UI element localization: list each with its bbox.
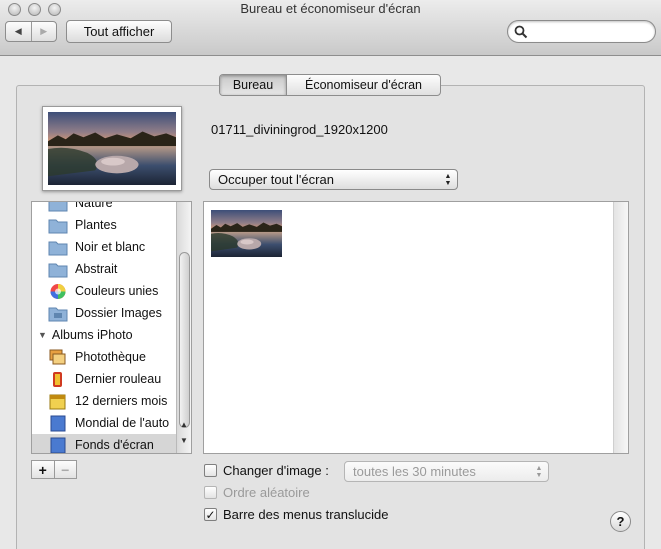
- source-list: Nature Plantes Noir et blanc Abstrait Co…: [31, 201, 192, 454]
- wallpaper-photo: [48, 112, 176, 185]
- list-item-dossier-images[interactable]: Dossier Images: [32, 302, 176, 324]
- list-item-fonds-d-ecran[interactable]: Fonds d'écran: [32, 434, 176, 453]
- scroll-up-arrow-icon[interactable]: ▲: [177, 420, 191, 429]
- window-title: Bureau et économiseur d'écran: [240, 1, 421, 16]
- tab-desktop[interactable]: Bureau: [220, 75, 287, 95]
- current-wallpaper-preview: [42, 106, 182, 191]
- add-remove-control: + −: [31, 460, 77, 479]
- translucent-menu-label: Barre des menus translucide: [223, 507, 389, 522]
- folder-icon: [48, 219, 68, 233]
- random-order-option[interactable]: Ordre aléatoire: [204, 485, 310, 500]
- list-item-nature[interactable]: Nature: [32, 202, 176, 214]
- pictures-folder-icon: [48, 307, 68, 321]
- source-list-scrollbar[interactable]: ▲ ▼: [176, 202, 191, 453]
- disclosure-triangle-icon[interactable]: ▼: [38, 330, 47, 340]
- folder-icon: [48, 241, 68, 255]
- random-order-checkbox[interactable]: [204, 486, 217, 499]
- list-item-abstrait[interactable]: Abstrait: [32, 258, 176, 280]
- color-wheel-icon: [50, 283, 66, 299]
- popup-arrows-icon: ▲ ▼: [535, 464, 543, 479]
- translucent-menu-checkbox[interactable]: ✓: [204, 508, 217, 521]
- random-order-label: Ordre aléatoire: [223, 485, 310, 500]
- list-item-phototheque[interactable]: Photothèque: [32, 346, 176, 368]
- list-item-noir-et-blanc[interactable]: Noir et blanc: [32, 236, 176, 258]
- group-header-albums-iphoto[interactable]: ▼ Albums iPhoto: [32, 324, 176, 346]
- list-item-couleurs-unies[interactable]: Couleurs unies: [32, 280, 176, 302]
- fill-mode-popup[interactable]: Occuper tout l'écran ▲ ▼: [209, 169, 458, 190]
- forward-button[interactable]: ▶: [30, 22, 57, 41]
- window-titlebar: Bureau et économiseur d'écran ◀ ▶ Tout a…: [0, 0, 661, 56]
- change-image-checkbox[interactable]: [204, 464, 217, 477]
- scroll-down-arrow-icon[interactable]: ▼: [177, 436, 191, 445]
- show-all-button[interactable]: Tout afficher: [66, 20, 172, 43]
- remove-folder-button[interactable]: −: [53, 461, 77, 478]
- interval-value: toutes les 30 minutes: [353, 464, 476, 479]
- album-icon: [50, 415, 66, 431]
- calendar-icon: [49, 394, 66, 409]
- image-thumbnail[interactable]: [211, 210, 282, 257]
- list-item-mondial-de-l-auto[interactable]: Mondial de l'auto: [32, 412, 176, 434]
- list-item-plantes[interactable]: Plantes: [32, 214, 176, 236]
- popup-arrows-icon: ▲ ▼: [444, 172, 452, 187]
- pane-tabs: Bureau Économiseur d'écran: [219, 74, 441, 96]
- image-grid-scrollbar[interactable]: [613, 202, 628, 453]
- search-icon: [514, 25, 528, 39]
- translucent-menu-option[interactable]: ✓ Barre des menus translucide: [204, 507, 388, 522]
- change-image-label: Changer d'image :: [223, 463, 329, 478]
- film-roll-icon: [53, 371, 62, 387]
- photo-library-icon: [49, 349, 66, 364]
- checkmark-icon: ✓: [205, 507, 216, 522]
- tab-screen-saver[interactable]: Économiseur d'écran: [287, 75, 440, 95]
- wallpaper-filename: 01711_diviningrod_1920x1200: [211, 122, 388, 137]
- scrollbar-thumb[interactable]: [179, 252, 190, 428]
- folder-icon: [48, 263, 68, 277]
- folder-icon: [48, 202, 68, 211]
- add-folder-button[interactable]: +: [32, 461, 54, 478]
- list-item-dernier-rouleau[interactable]: Dernier rouleau: [32, 368, 176, 390]
- image-grid: [203, 201, 629, 454]
- search-field[interactable]: [507, 20, 656, 43]
- list-item-12-derniers-mois[interactable]: 12 derniers mois: [32, 390, 176, 412]
- change-image-option[interactable]: Changer d'image :: [204, 463, 329, 478]
- back-button[interactable]: ◀: [6, 22, 31, 41]
- album-icon: [50, 437, 66, 453]
- help-button[interactable]: ?: [610, 511, 631, 532]
- back-forward-control: ◀ ▶: [5, 21, 57, 42]
- interval-popup[interactable]: toutes les 30 minutes ▲ ▼: [344, 461, 549, 482]
- source-list-rows: Nature Plantes Noir et blanc Abstrait Co…: [32, 202, 176, 453]
- fill-mode-value: Occuper tout l'écran: [218, 172, 334, 187]
